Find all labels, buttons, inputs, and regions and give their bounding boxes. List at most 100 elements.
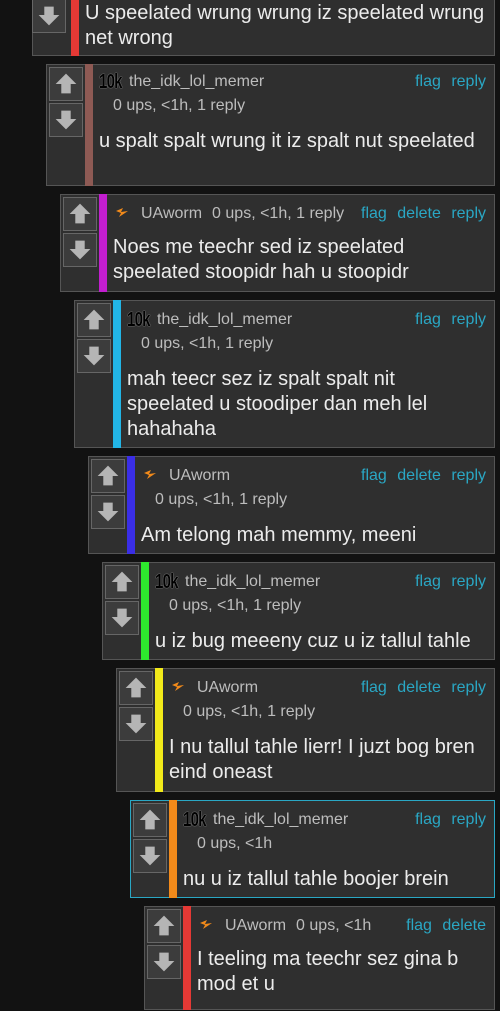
downvote-button[interactable] bbox=[105, 601, 139, 635]
flag-link[interactable]: flag bbox=[415, 811, 441, 828]
upvote-button[interactable] bbox=[91, 459, 125, 493]
delete-link[interactable]: delete bbox=[397, 467, 441, 484]
arrow-down-icon bbox=[55, 110, 77, 130]
reply-link[interactable]: reply bbox=[451, 73, 486, 90]
reply-link[interactable]: reply bbox=[451, 573, 486, 590]
comment: UAworm 0 ups, <1h, 1 reply flag delete r… bbox=[88, 456, 495, 554]
comment-stats: 0 ups, <1h, 1 reply bbox=[141, 335, 274, 352]
comment: 10k the_idk_lol_memer 0 ups, <1h flag re… bbox=[130, 800, 495, 898]
flag-link[interactable]: flag bbox=[361, 679, 387, 696]
thread-depth-bar bbox=[155, 668, 163, 792]
flag-link[interactable]: flag bbox=[415, 311, 441, 328]
downvote-button[interactable] bbox=[49, 103, 83, 137]
arrow-down-icon bbox=[97, 502, 119, 522]
arrow-up-icon bbox=[69, 203, 91, 224]
arrow-up-icon bbox=[125, 677, 147, 698]
username-link[interactable]: UAworm bbox=[141, 205, 202, 223]
arrow-down-icon bbox=[83, 346, 105, 366]
username-link[interactable]: the_idk_lol_memer bbox=[157, 311, 292, 329]
upvote-button[interactable] bbox=[105, 565, 139, 599]
delete-link[interactable]: delete bbox=[397, 679, 441, 696]
comment-text: I teeling ma teechr sez gina b mod et u bbox=[197, 948, 459, 995]
comment-text: u spalt spalt wrung it iz spalt nut spee… bbox=[99, 130, 475, 152]
downvote-button[interactable] bbox=[91, 495, 125, 529]
comment: UAworm 0 ups, <1h, 1 reply flag delete r… bbox=[116, 668, 495, 792]
delete-link[interactable]: delete bbox=[397, 205, 441, 222]
lightning-bolt-icon bbox=[141, 468, 159, 484]
username-link[interactable]: the_idk_lol_memer bbox=[213, 811, 348, 829]
thread-depth-bar bbox=[99, 194, 107, 292]
arrow-down-icon bbox=[153, 952, 175, 972]
arrow-down-icon bbox=[125, 714, 147, 734]
thread-depth-bar bbox=[71, 0, 79, 56]
delete-link[interactable]: delete bbox=[442, 917, 486, 934]
flag-link[interactable]: flag bbox=[406, 917, 432, 934]
thread-depth-bar bbox=[141, 562, 149, 660]
comment-text: Am telong mah memmy, meeni bbox=[141, 524, 417, 546]
comment-stats: 0 ups, <1h, 1 reply bbox=[169, 597, 302, 614]
flag-link[interactable]: flag bbox=[415, 73, 441, 90]
username-link[interactable]: the_idk_lol_memer bbox=[185, 573, 320, 591]
upvote-button[interactable] bbox=[119, 671, 153, 705]
arrow-up-icon bbox=[55, 73, 77, 94]
arrow-up-icon bbox=[139, 809, 161, 830]
comment-stats: 0 ups, <1h, 1 reply bbox=[113, 97, 246, 114]
username-link[interactable]: UAworm bbox=[225, 917, 286, 935]
username-link[interactable]: UAworm bbox=[169, 467, 230, 485]
upvote-button[interactable] bbox=[147, 909, 181, 943]
reply-link[interactable]: reply bbox=[451, 311, 486, 328]
upvote-button[interactable] bbox=[49, 67, 83, 101]
downvote-button[interactable] bbox=[119, 707, 153, 741]
thread-depth-bar bbox=[169, 800, 177, 898]
comment: 10k the_idk_lol_memer 0 ups, <1h, 1 repl… bbox=[74, 300, 495, 448]
upvote-button[interactable] bbox=[63, 197, 97, 231]
arrow-up-icon bbox=[111, 571, 133, 592]
comment-stats: 0 ups, <1h, 1 reply bbox=[155, 491, 288, 508]
comment-stats: 0 ups, <1h bbox=[197, 835, 273, 852]
thread-depth-bar bbox=[85, 64, 93, 186]
downvote-button[interactable] bbox=[147, 945, 181, 979]
arrow-up-icon bbox=[83, 309, 105, 330]
reply-link[interactable]: reply bbox=[451, 679, 486, 696]
comment-text: I nu tallul tahle lierr! I juzt bog bren… bbox=[169, 736, 475, 783]
downvote-button[interactable] bbox=[77, 339, 111, 373]
10k-badge: 10k bbox=[99, 70, 123, 93]
comment-text: nu u iz tallul tahle boojer brein bbox=[183, 868, 449, 890]
lightning-bolt-icon bbox=[113, 206, 131, 222]
lightning-bolt-icon bbox=[169, 680, 187, 696]
lightning-bolt-icon bbox=[197, 918, 215, 934]
comment: 10k the_idk_lol_memer 0 ups, <1h, 1 repl… bbox=[46, 64, 495, 186]
thread-depth-bar bbox=[183, 906, 191, 1010]
upvote-button[interactable] bbox=[133, 803, 167, 837]
comment-text: U speelated wrung wrung iz speelated wru… bbox=[85, 2, 485, 49]
comment-stats: 0 ups, <1h, 1 reply bbox=[183, 703, 316, 720]
reply-link[interactable]: reply bbox=[451, 205, 486, 222]
comment-text: Noes me teechr sed iz speelated speelate… bbox=[113, 236, 409, 283]
downvote-button[interactable] bbox=[32, 0, 66, 33]
arrow-down-icon bbox=[111, 608, 133, 628]
reply-link[interactable]: reply bbox=[451, 467, 486, 484]
arrow-up-icon bbox=[97, 465, 119, 486]
thread-depth-bar bbox=[113, 300, 121, 448]
comment-text: mah teecr sez iz spalt spalt nit speelat… bbox=[127, 368, 428, 440]
username-link[interactable]: the_idk_lol_memer bbox=[129, 73, 264, 91]
10k-badge: 10k bbox=[183, 808, 207, 831]
reply-link[interactable]: reply bbox=[451, 811, 486, 828]
flag-link[interactable]: flag bbox=[415, 573, 441, 590]
flag-link[interactable]: flag bbox=[361, 467, 387, 484]
flag-link[interactable]: flag bbox=[361, 205, 387, 222]
username-link[interactable]: UAworm bbox=[197, 679, 258, 697]
10k-badge: 10k bbox=[155, 570, 179, 593]
comment-stats: 0 ups, <1h, 1 reply bbox=[212, 205, 345, 222]
arrow-down-icon bbox=[139, 846, 161, 866]
arrow-up-icon bbox=[153, 915, 175, 936]
comment: UAworm 0 ups, <1h, 1 reply flag delete r… bbox=[60, 194, 495, 292]
comment-stats: 0 ups, <1h bbox=[296, 917, 372, 934]
thread-depth-bar bbox=[127, 456, 135, 554]
comment: 10k the_idk_lol_memer 0 ups, <1h, 1 repl… bbox=[102, 562, 495, 660]
downvote-button[interactable] bbox=[63, 233, 97, 267]
upvote-button[interactable] bbox=[77, 303, 111, 337]
10k-badge: 10k bbox=[127, 308, 151, 331]
comment: UAworm 0 ups, <1h flag delete I teeling … bbox=[144, 906, 495, 1010]
downvote-button[interactable] bbox=[133, 839, 167, 873]
